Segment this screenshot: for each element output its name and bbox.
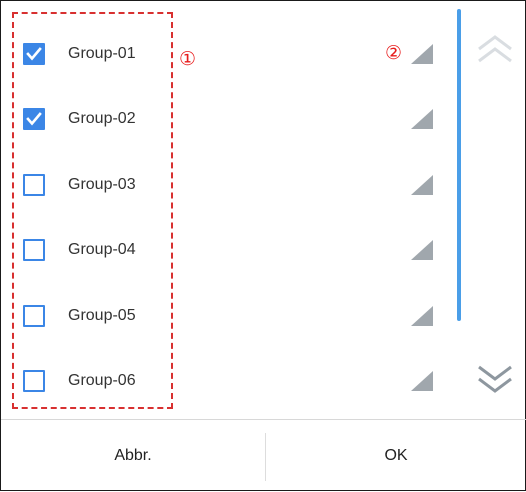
triangle-corner-icon[interactable]	[411, 109, 433, 129]
triangle-corner-icon[interactable]	[411, 306, 433, 326]
annotation-highlight-box	[12, 12, 173, 409]
triangle-corner-icon[interactable]	[411, 44, 433, 64]
annotation-marker-1: ①	[179, 48, 197, 70]
chevron-double-up-icon[interactable]	[473, 33, 517, 67]
chevron-double-down-icon[interactable]	[473, 361, 517, 395]
triangle-corner-icon[interactable]	[411, 371, 433, 391]
scrollbar[interactable]	[457, 9, 461, 321]
abbr-button[interactable]: Abbr.	[1, 420, 265, 492]
group-selection-panel: Group-01 Group-02 Group-03 Group-04 Grou…	[0, 0, 526, 491]
annotation-marker-2: ②	[385, 42, 403, 64]
triangle-corner-icon[interactable]	[411, 240, 433, 260]
ok-button[interactable]: OK	[266, 420, 526, 492]
triangle-corner-icon[interactable]	[411, 175, 433, 195]
